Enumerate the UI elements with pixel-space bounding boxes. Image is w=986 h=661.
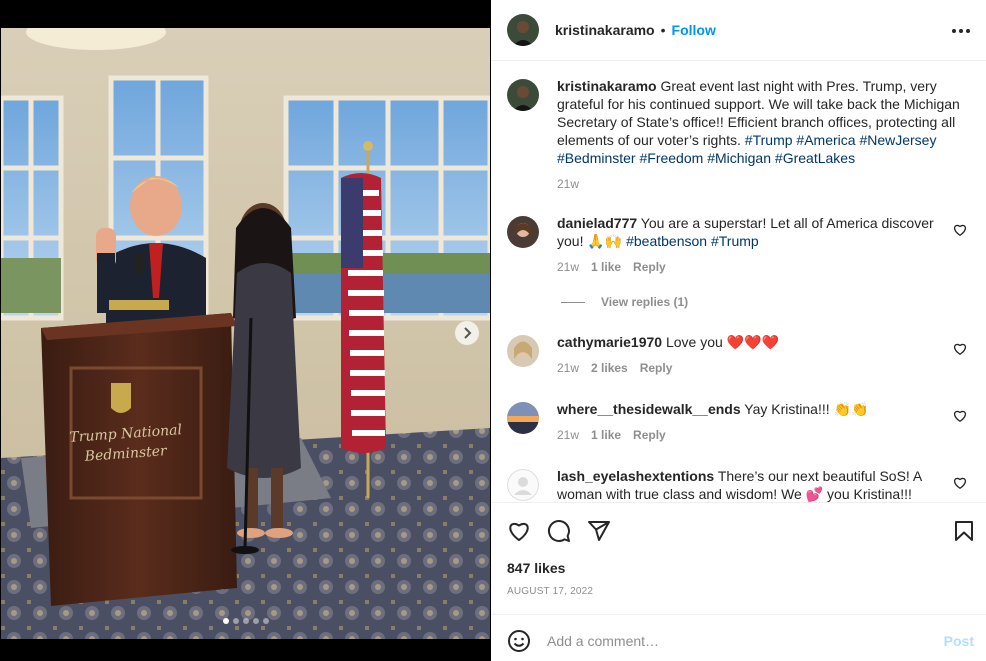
comment-time[interactable]: 21w	[557, 258, 579, 276]
send-icon[interactable]	[587, 519, 611, 543]
comment-username[interactable]: where__thesidewalk__ends	[557, 401, 741, 417]
follow-button[interactable]: Follow	[672, 22, 716, 38]
post-media: Trump National Bedminster	[0, 0, 491, 661]
hashtag[interactable]: #beatbenson	[626, 233, 707, 249]
comment-text: Love you ❤️❤️❤️	[665, 334, 779, 350]
comment-input[interactable]	[547, 627, 917, 655]
comment-body: danielad777 You are a superstar! Let all…	[557, 214, 947, 276]
chevron-right-icon	[464, 327, 472, 339]
carousel-next-button[interactable]	[455, 321, 479, 345]
comment-likes[interactable]: 1 like	[591, 258, 621, 276]
comment-time[interactable]: 21w	[557, 426, 579, 444]
hashtag[interactable]: #Freedom	[639, 150, 703, 166]
comment-body: where__thesidewalk__ends Yay Kristina!!!…	[557, 400, 947, 444]
reply-button[interactable]: Reply	[633, 258, 666, 276]
comment-likes[interactable]: 1 like	[591, 426, 621, 444]
caption-text: kristinakaramo Great event last night wi…	[557, 77, 967, 167]
comment-text: Yay Kristina!!! 👏👏	[744, 401, 869, 417]
hashtag[interactable]: #Bedminster	[557, 150, 636, 166]
post-header: kristinakaramo • Follow	[491, 0, 986, 61]
caption-username[interactable]: kristinakaramo	[557, 78, 657, 94]
hashtag[interactable]: #Michigan	[707, 150, 771, 166]
comment-body: cathymarie1970 Love you ❤️❤️❤️ 21w 2 lik…	[557, 333, 947, 377]
carousel-dot	[252, 618, 259, 624]
comment-icon[interactable]	[547, 519, 571, 543]
carousel-dot	[242, 618, 249, 624]
caption-time[interactable]: 21w	[557, 175, 579, 193]
heart-icon[interactable]	[507, 519, 531, 543]
commenter-avatar[interactable]	[507, 216, 539, 248]
post-detail-panel: kristinakaramo • Follow kristinakaramo G…	[491, 0, 986, 661]
carousel-indicator	[0, 618, 491, 624]
carousel-dot	[232, 618, 239, 624]
author-avatar[interactable]	[507, 79, 539, 111]
comment-username[interactable]: cathymarie1970	[557, 334, 662, 350]
add-comment-bar: Post	[491, 614, 986, 661]
commenter-avatar[interactable]	[507, 402, 539, 434]
reply-button[interactable]: Reply	[640, 359, 673, 377]
bookmark-icon[interactable]	[952, 519, 976, 543]
view-replies-label: View replies (1)	[601, 295, 689, 309]
comment-like-heart-icon[interactable]	[953, 342, 967, 356]
more-options-icon[interactable]	[952, 22, 970, 40]
hashtag[interactable]: #Trump	[745, 132, 793, 148]
comment-like-heart-icon[interactable]	[953, 409, 967, 423]
post-date[interactable]: AUGUST 17, 2022	[507, 586, 593, 597]
likes-count[interactable]: 847 likes	[507, 560, 565, 576]
commenter-avatar[interactable]	[507, 335, 539, 367]
view-replies-button[interactable]: View replies (1)	[561, 295, 688, 309]
caption-meta: 21w	[557, 175, 967, 193]
view-replies-line	[561, 301, 585, 303]
comment-username[interactable]: lash_eyelashextentions	[557, 468, 714, 484]
comment-likes[interactable]: 2 likes	[591, 359, 628, 377]
emoji-icon[interactable]	[507, 629, 531, 653]
event-photo-illustration: Trump National Bedminster	[1, 28, 490, 639]
carousel-dot	[262, 618, 269, 624]
author-avatar[interactable]	[507, 14, 539, 46]
comment-username[interactable]: danielad777	[557, 215, 637, 231]
post-photo[interactable]: Trump National Bedminster	[1, 28, 490, 639]
commenter-avatar-default[interactable]	[507, 469, 539, 501]
hashtag[interactable]: #America	[796, 132, 855, 148]
comment-body: lash_eyelashextentions There’s our next …	[557, 467, 947, 502]
post-comment-button[interactable]: Post	[944, 633, 974, 649]
carousel-dot	[222, 618, 229, 624]
reply-button[interactable]: Reply	[633, 426, 666, 444]
author-username[interactable]: kristinakaramo	[555, 22, 655, 38]
hashtag[interactable]: #GreatLakes	[775, 150, 855, 166]
hashtag[interactable]: #Trump	[711, 233, 759, 249]
header-separator: •	[660, 22, 666, 38]
comments-list[interactable]: kristinakaramo Great event last night wi…	[491, 61, 986, 502]
post-actions: 847 likes AUGUST 17, 2022	[491, 502, 986, 614]
hashtag[interactable]: #NewJersey	[859, 132, 936, 148]
comment-like-heart-icon[interactable]	[953, 476, 967, 490]
comment-time[interactable]: 21w	[557, 359, 579, 377]
comment-like-heart-icon[interactable]	[953, 223, 967, 237]
